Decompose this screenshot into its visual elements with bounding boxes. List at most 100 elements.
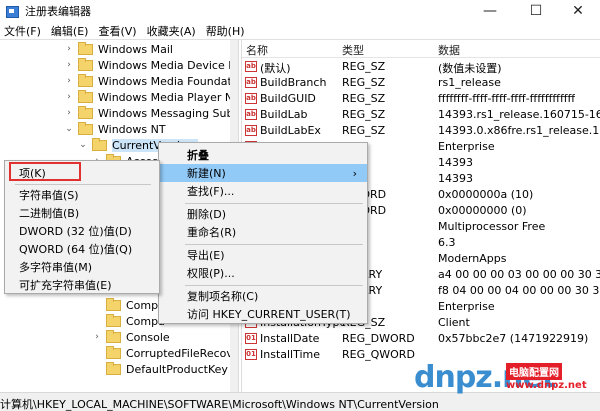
tree-node[interactable]: ⌄ Windows NT xyxy=(64,121,166,137)
folder-icon xyxy=(78,121,93,135)
cell-type: REG_SZ xyxy=(342,108,386,121)
menu-file[interactable]: 文件(F) xyxy=(0,23,47,39)
list-header: 名称 类型 数据 xyxy=(242,40,600,58)
menu-item-find[interactable]: 查找(F)... xyxy=(159,182,367,200)
tree-node[interactable]: CorruptedFileRecove xyxy=(92,345,238,361)
cell-data: f8 04 00 00 04 00 00 00 30 30 3 xyxy=(438,284,600,297)
cell-data: 6.3 xyxy=(438,236,456,249)
folder-icon xyxy=(78,105,93,119)
menu-item-collapse[interactable]: 折叠 xyxy=(159,146,367,164)
tree-node[interactable]: DefaultProductKey xyxy=(92,361,228,377)
string-value-icon: ab xyxy=(245,125,257,136)
tree-node[interactable]: Compa xyxy=(92,297,165,313)
cell-data: 14393.rs1_release.160715-1616 xyxy=(438,108,600,121)
cell-name: InstallTime xyxy=(260,348,321,361)
menu-item-new-string[interactable]: 字符串值(S) xyxy=(5,186,159,204)
column-header-type[interactable]: 类型 xyxy=(342,42,364,58)
menu-item-new-binary[interactable]: 二进制值(B) xyxy=(5,204,159,222)
tree-node[interactable]: › Windows Media Foundation xyxy=(64,73,238,89)
menu-help[interactable]: 帮助(H) xyxy=(202,23,251,39)
tree-node[interactable]: › Console xyxy=(92,329,170,345)
expand-arrow-icon[interactable]: › xyxy=(64,76,74,86)
cell-data: 14393 xyxy=(438,172,473,185)
registry-path: 计算机\HKEY_LOCAL_MACHINE\SOFTWARE\Microsof… xyxy=(0,398,439,411)
string-value-icon: ab xyxy=(245,77,257,88)
cell-data: 14393.0.x86fre.rs1_release.1607 xyxy=(438,124,600,137)
menu-item-rename[interactable]: 重命名(R) xyxy=(159,223,367,241)
menu-item-new-qword[interactable]: QWORD (64 位)值(Q) xyxy=(5,240,159,258)
tree-node-label: Windows Media Device Ma xyxy=(98,58,238,72)
menu-separator xyxy=(185,285,363,286)
submenu-arrow-icon: › xyxy=(352,166,357,180)
value-row[interactable]: ab BuildGUID REG_SZ ffffffff-ffff-ffff-ffff… xyxy=(242,91,600,107)
value-row[interactable]: ab BuildLab REG_SZ 14393.rs1_release.160715… xyxy=(242,107,600,123)
binary-value-icon: 01 xyxy=(245,349,257,360)
cell-data: Client xyxy=(438,316,470,329)
value-row[interactable]: 01 InstallDate REG_DWORD 0x57bbc2e7 (147192… xyxy=(242,331,600,347)
collapse-arrow-icon[interactable]: ⌄ xyxy=(78,140,88,150)
menu-separator xyxy=(185,203,363,204)
folder-icon xyxy=(106,345,121,359)
tree-node-label: Windows Mail xyxy=(98,42,173,56)
binary-value-icon: 01 xyxy=(245,333,257,344)
folder-icon xyxy=(92,137,107,151)
tree-node[interactable]: › Windows Media Device Ma xyxy=(64,57,238,73)
tree-node-label: Windows Media Player NSS xyxy=(98,90,238,104)
cell-data: 0x0000000a (10) xyxy=(438,188,534,201)
menu-item-delete[interactable]: 删除(D) xyxy=(159,205,367,223)
cell-data: a4 00 00 00 03 00 00 00 30 30 3 xyxy=(438,268,600,281)
menu-item-goto-hkcu[interactable]: 访问 HKEY_CURRENT_USER(T) xyxy=(159,305,367,323)
cell-name: BuildBranch xyxy=(260,76,327,89)
menu-view[interactable]: 查看(V) xyxy=(94,23,142,39)
tree-node[interactable]: › Windows Messaging Subsy xyxy=(64,105,238,121)
column-header-name[interactable]: 名称 xyxy=(246,42,268,58)
string-value-icon: ab xyxy=(245,93,257,104)
folder-icon xyxy=(78,73,93,87)
value-row[interactable]: ab BuildLabEx REG_SZ 14393.0.x86fre.rs1_rel… xyxy=(242,123,600,139)
minimize-button[interactable]: — xyxy=(468,0,512,22)
menu-separator xyxy=(185,244,363,245)
collapse-arrow-icon[interactable]: ⌄ xyxy=(64,124,74,134)
cell-data: 14393 xyxy=(438,156,473,169)
tree-node[interactable]: Compa xyxy=(92,313,165,329)
expand-arrow-icon[interactable]: › xyxy=(64,108,74,118)
cell-name: BuildLab xyxy=(260,108,308,121)
menu-item-copy-key-name[interactable]: 复制项名称(C) xyxy=(159,287,367,305)
tree-node[interactable]: › Windows Mail xyxy=(64,41,173,57)
folder-icon xyxy=(106,329,121,343)
cell-type: REG_DWORD xyxy=(342,332,415,345)
cell-type: REG_SZ xyxy=(342,124,386,137)
expand-arrow-icon[interactable]: › xyxy=(64,92,74,102)
value-row[interactable]: ab (默认) REG_SZ (数值未设置) xyxy=(242,59,600,75)
column-header-data[interactable]: 数据 xyxy=(438,42,460,58)
menu-item-new-expandable-string[interactable]: 可扩充字符串值(E) xyxy=(5,276,159,294)
menu-item-label: 新建(N) xyxy=(187,167,226,180)
menu-item-permissions[interactable]: 权限(P)... xyxy=(159,264,367,282)
tree-node-label: CorruptedFileRecove xyxy=(126,346,238,360)
value-row[interactable]: ab BuildBranch REG_SZ rs1_release xyxy=(242,75,600,91)
expand-arrow-icon[interactable]: › xyxy=(92,332,102,342)
tree-node[interactable]: › Windows Media Player NSS xyxy=(64,89,238,105)
menu-favorites[interactable]: 收藏夹(A) xyxy=(143,23,202,39)
menu-edit[interactable]: 编辑(E) xyxy=(47,23,95,39)
menu-item-new-multi-string[interactable]: 多字符串值(M) xyxy=(5,258,159,276)
folder-icon xyxy=(78,41,93,55)
tree-node-label: Windows NT xyxy=(98,122,166,136)
expand-arrow-icon[interactable]: › xyxy=(64,60,74,70)
menu-item-new[interactable]: 新建(N) › xyxy=(159,164,367,182)
close-button[interactable]: ✕ xyxy=(556,0,600,22)
menu-item-new-dword[interactable]: DWORD (32 位)值(D) xyxy=(5,222,159,240)
cell-name: InstallDate xyxy=(260,332,320,345)
watermark-badge: 电脑配置网 xyxy=(506,363,562,380)
cell-type: REG_QWORD xyxy=(342,348,415,361)
expand-arrow-icon[interactable]: › xyxy=(64,44,74,54)
menu-item-export[interactable]: 导出(E) xyxy=(159,246,367,264)
maximize-button[interactable]: ☐ xyxy=(514,0,558,22)
string-value-icon: ab xyxy=(245,109,257,120)
folder-icon xyxy=(106,361,121,375)
folder-icon xyxy=(78,89,93,103)
cell-type: REG_SZ xyxy=(342,60,386,73)
tree-node-label: Windows Media Foundation xyxy=(98,74,238,88)
menu-separator xyxy=(15,184,151,185)
window-title: 注册表编辑器 xyxy=(25,5,91,18)
